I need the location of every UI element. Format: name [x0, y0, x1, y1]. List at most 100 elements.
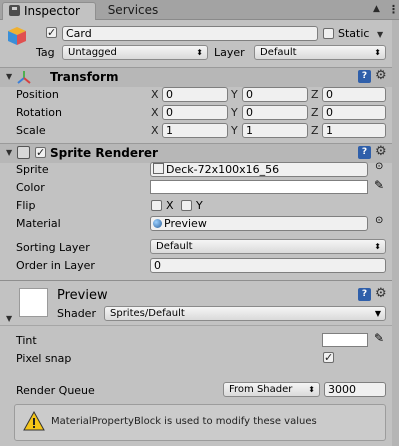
sprite-renderer-foldout-arrow[interactable]: ▼ [6, 148, 12, 157]
tab-services[interactable]: Services [98, 2, 168, 19]
tab-inspector[interactable]: Inspector [2, 2, 96, 20]
layer-dropdown[interactable]: Default ⬍ [254, 45, 386, 60]
transform-axes-icon [17, 71, 31, 84]
render-queue-mode-value: From Shader [229, 384, 293, 395]
material-preview-thumbnail [19, 288, 48, 317]
transform-foldout-arrow[interactable]: ▼ [6, 72, 12, 81]
layer-dropdown-value: Default [260, 47, 297, 58]
sprite-renderer-title: Sprite Renderer [50, 146, 158, 160]
scale-label: Scale [16, 124, 46, 137]
flip-y-label: Y [196, 199, 203, 212]
render-queue-label: Render Queue [16, 384, 95, 397]
sorting-layer-label: Sorting Layer [16, 241, 90, 254]
sorting-layer-value: Default [156, 241, 193, 252]
position-x-label[interactable]: X [151, 88, 159, 101]
tint-color-swatch[interactable] [322, 333, 368, 347]
help-icon[interactable]: ? [358, 70, 371, 83]
eyedropper-icon[interactable]: ✎ [374, 331, 384, 345]
gear-icon[interactable]: ⚙ [375, 286, 387, 301]
rotation-y-label[interactable]: Y [231, 106, 238, 119]
pixel-snap-label: Pixel snap [16, 352, 72, 365]
static-checkbox[interactable] [323, 28, 334, 39]
material-sphere-icon [153, 219, 162, 228]
tag-label: Tag [36, 46, 55, 59]
position-y-label[interactable]: Y [231, 88, 238, 101]
tag-dropdown[interactable]: Untagged ⬍ [62, 45, 208, 60]
eyedropper-icon[interactable]: ✎ [374, 178, 384, 192]
rotation-label: Rotation [16, 106, 63, 119]
tint-label: Tint [16, 334, 37, 347]
window-menu-icon[interactable]: ⋮ [388, 3, 399, 16]
material-label: Material [16, 217, 61, 230]
scale-x-label[interactable]: X [151, 124, 159, 137]
sprite-value: Deck-72x100x16_56 [166, 163, 280, 176]
position-label: Position [16, 88, 59, 101]
tab-services-label: Services [107, 3, 159, 17]
color-label: Color [16, 181, 45, 194]
static-label: Static [338, 27, 370, 40]
scale-y-label[interactable]: Y [231, 124, 238, 137]
material-object-field[interactable]: Preview [150, 216, 368, 231]
layer-label: Layer [214, 46, 245, 59]
sprite-renderer-enabled-checkbox[interactable]: ✓ [35, 147, 46, 158]
scale-z-label[interactable]: Z [311, 124, 319, 137]
transform-title: Transform [50, 70, 119, 84]
position-z-label[interactable]: Z [311, 88, 319, 101]
material-value: Preview [164, 217, 207, 230]
chevron-updown-icon: ⬍ [308, 385, 315, 394]
warning-text: MaterialPropertyBlock is used to modify … [51, 416, 317, 427]
rotation-x-label[interactable]: X [151, 106, 159, 119]
shader-dropdown[interactable]: Sprites/Default ▼ [104, 306, 386, 321]
flip-x-checkbox[interactable] [151, 200, 162, 211]
rotation-z-label[interactable]: Z [311, 106, 319, 119]
material-foldout-arrow[interactable]: ▼ [6, 314, 12, 323]
chevron-updown-icon: ⬍ [374, 48, 381, 57]
rotation-x-input[interactable]: 0 [162, 105, 228, 120]
material-name: Preview [57, 288, 108, 303]
sprite-renderer-icon [17, 146, 30, 159]
inspector-icon [9, 5, 20, 16]
section-divider [0, 325, 399, 326]
position-x-input[interactable]: 0 [162, 87, 228, 102]
gear-icon[interactable]: ⚙ [375, 144, 387, 159]
section-divider [0, 280, 399, 281]
sprite-asset-icon [153, 163, 164, 174]
gear-icon[interactable]: ⚙ [375, 68, 387, 83]
scale-x-input[interactable]: 1 [162, 123, 228, 138]
chevron-updown-icon: ⬍ [196, 48, 203, 57]
sprite-object-field[interactable]: Deck-72x100x16_56 [150, 162, 368, 177]
position-y-input[interactable]: 0 [242, 87, 308, 102]
rotation-z-input[interactable]: 0 [322, 105, 386, 120]
pixel-snap-checkbox[interactable]: ✓ [323, 352, 334, 363]
tag-dropdown-value: Untagged [68, 47, 117, 58]
chevron-down-icon: ▼ [374, 309, 381, 318]
scale-z-input[interactable]: 1 [322, 123, 386, 138]
flip-y-checkbox[interactable] [181, 200, 192, 211]
flip-label: Flip [16, 199, 36, 212]
order-in-layer-input[interactable]: 0 [150, 258, 386, 273]
sorting-layer-dropdown[interactable]: Default ⬍ [150, 239, 386, 254]
tab-inspector-label: Inspector [24, 4, 80, 18]
gameobject-active-checkbox[interactable]: ✓ [46, 27, 57, 38]
shader-value: Sprites/Default [110, 308, 185, 319]
position-z-input[interactable]: 0 [322, 87, 386, 102]
flip-x-label: X [166, 199, 174, 212]
help-icon[interactable]: ? [358, 146, 371, 159]
chevron-updown-icon: ⬍ [374, 242, 381, 251]
lock-icon[interactable]: ▲ [373, 4, 380, 14]
rotation-y-input[interactable]: 0 [242, 105, 308, 120]
object-picker-icon[interactable]: ⊙ [375, 215, 383, 226]
object-picker-icon[interactable]: ⊙ [375, 161, 383, 172]
render-queue-mode-dropdown[interactable]: From Shader ⬍ [223, 382, 320, 397]
render-queue-input[interactable]: 3000 [324, 382, 386, 397]
scale-y-input[interactable]: 1 [242, 123, 308, 138]
static-dropdown-arrow[interactable]: ▼ [377, 30, 383, 39]
gameobject-name-input[interactable]: Card [62, 26, 318, 41]
color-swatch[interactable] [150, 180, 368, 194]
sprite-label: Sprite [16, 163, 49, 176]
order-in-layer-label: Order in Layer [16, 259, 95, 272]
scrollbar[interactable] [392, 20, 399, 446]
shader-label: Shader [57, 307, 96, 320]
help-icon[interactable]: ? [358, 288, 371, 301]
gameobject-cube-icon [8, 27, 26, 45]
